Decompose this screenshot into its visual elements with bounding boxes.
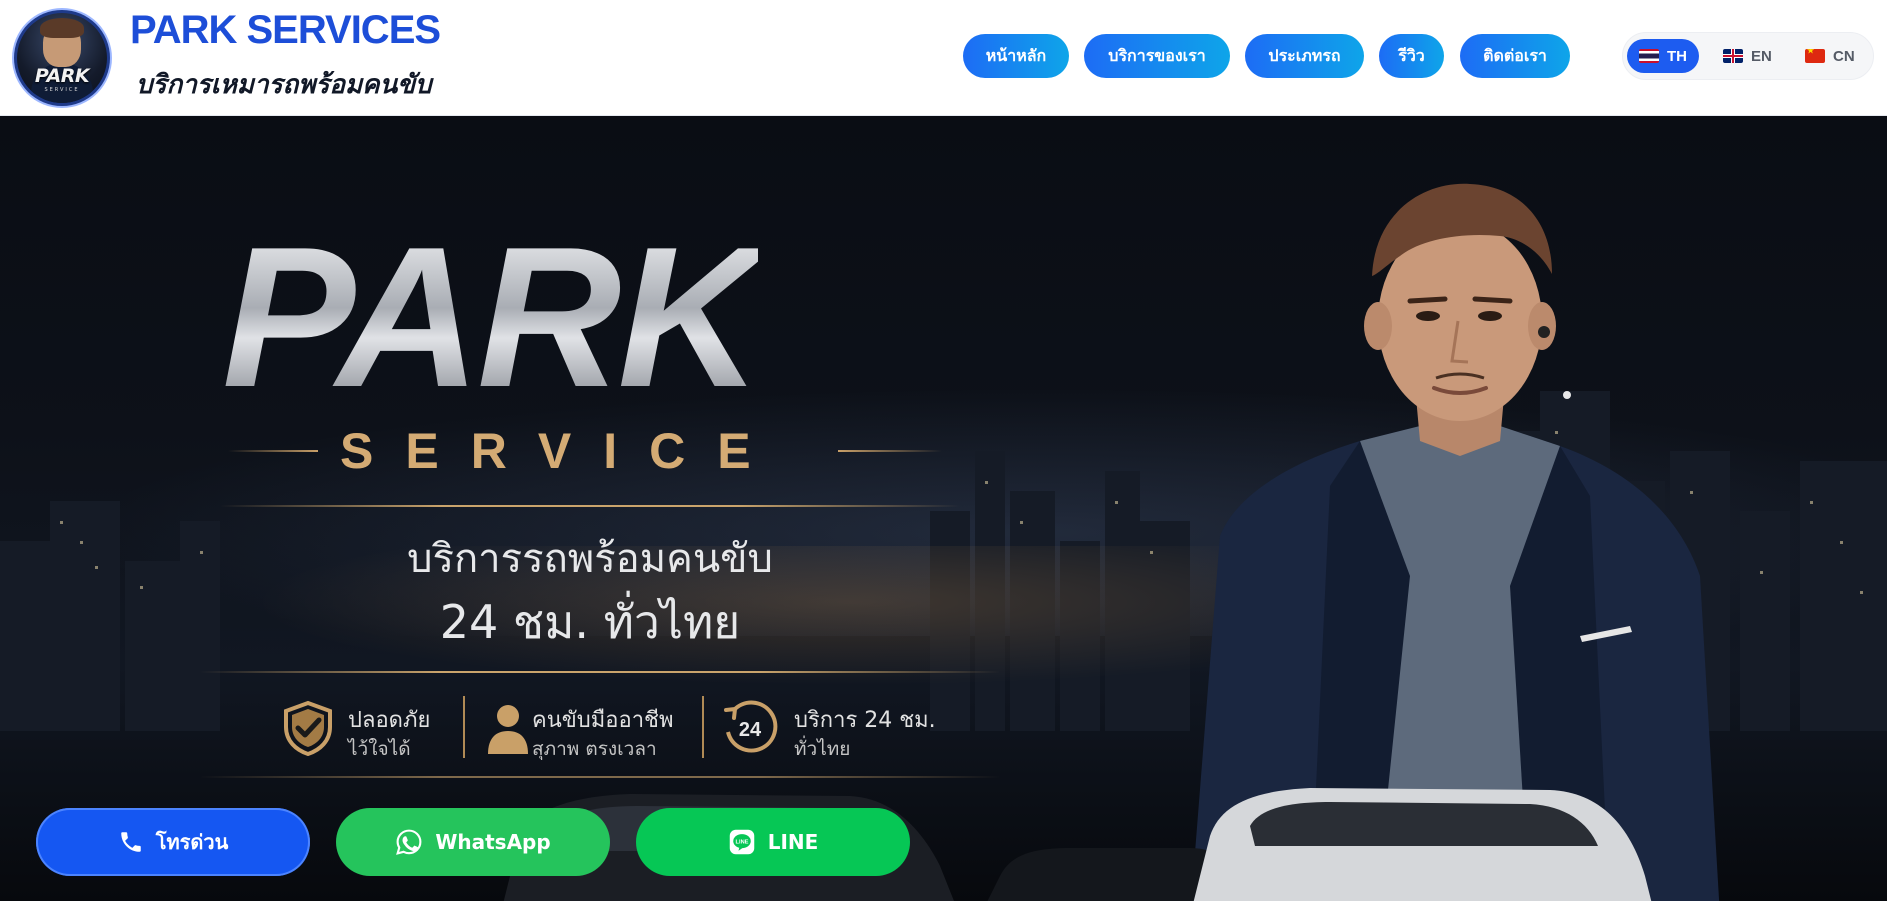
feature-24h-title: บริการ 24 ชม.: [794, 708, 936, 733]
hero-tagline-line2: 24 ชม. ทั่วไทย: [439, 595, 741, 649]
feature-safety-title: ปลอดภัย: [348, 708, 431, 733]
line-label: LINE: [767, 830, 819, 854]
call-now-button[interactable]: โทรด่วน: [36, 808, 310, 876]
nav-contact[interactable]: ติดต่อเรา: [1460, 34, 1570, 78]
nav-vehicle-types[interactable]: ประเภทรถ: [1245, 34, 1364, 78]
feature-pro-driver-title: คนขับมืออาชีพ: [532, 708, 674, 733]
hero-service-title: SERVICE: [340, 423, 783, 479]
line-icon: LINE: [729, 829, 754, 855]
nav-home[interactable]: หน้าหลัก: [963, 34, 1069, 78]
brand-title[interactable]: PARK SERVICES: [130, 8, 441, 53]
logo-subtext: SERVICE: [44, 87, 80, 93]
lang-th-button[interactable]: TH: [1627, 39, 1699, 73]
uk-flag-icon: [1723, 49, 1743, 63]
site-logo[interactable]: PARK SERVICE: [14, 10, 110, 106]
svg-text:LINE: LINE: [735, 839, 748, 845]
driver-person-icon: [488, 705, 528, 754]
nav-services[interactable]: บริการของเรา: [1084, 34, 1230, 78]
lang-cn-label: CN: [1833, 47, 1855, 65]
hero-park-title: PARK: [222, 206, 762, 429]
hero-tagline-line1: บริการรถพร้อมคนขับ: [407, 536, 773, 582]
hero-banner: PARK SERVICE บริการรถพร้อมคนขับ 24 ชม. ท…: [0, 116, 1887, 901]
lang-cn-button[interactable]: CN: [1793, 39, 1867, 73]
china-flag-icon: [1805, 49, 1825, 63]
lang-en-label: EN: [1751, 47, 1772, 65]
brand-subtitle: บริการเหมารถพร้อมคนขับ: [136, 70, 432, 100]
line-button[interactable]: LINE LINE: [636, 808, 910, 876]
logo-image: PARK SERVICE: [17, 13, 107, 103]
whatsapp-icon: [396, 829, 422, 855]
call-now-label: โทรด่วน: [155, 830, 229, 854]
svg-text:24: 24: [739, 719, 762, 741]
phone-icon: [120, 832, 141, 852]
whatsapp-button[interactable]: WhatsApp: [336, 808, 610, 876]
language-switcher: TH EN CN: [1622, 32, 1874, 80]
thailand-flag-icon: [1639, 49, 1659, 63]
shield-check-icon: [284, 700, 332, 756]
lang-th-label: TH: [1667, 47, 1687, 65]
site-header: PARK SERVICE PARK SERVICES บริการเหมารถพ…: [0, 0, 1887, 116]
whatsapp-label: WhatsApp: [435, 830, 551, 854]
clock-24-icon: 24: [724, 700, 778, 753]
lang-en-button[interactable]: EN: [1711, 39, 1784, 73]
logo-text: PARK: [34, 65, 90, 87]
nav-reviews[interactable]: รีวิว: [1379, 34, 1444, 78]
